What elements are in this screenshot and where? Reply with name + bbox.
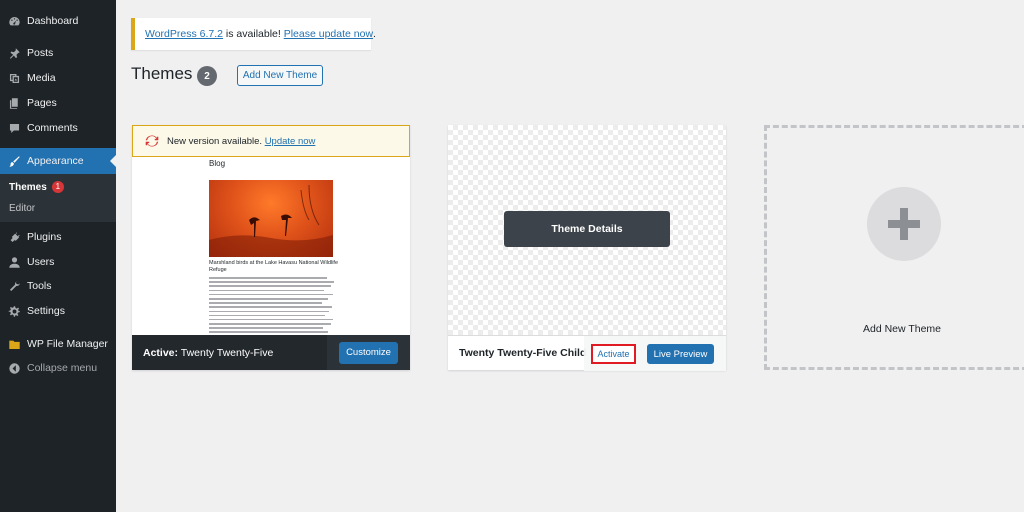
- sidebar-item-label: Appearance: [27, 155, 84, 167]
- sidebar-item-tools[interactable]: Tools: [0, 274, 116, 298]
- wordpress-version-link[interactable]: WordPress 6.7.2: [145, 28, 223, 40]
- collapse-menu-button[interactable]: Collapse menu: [0, 356, 116, 380]
- settings-icon: [7, 304, 21, 318]
- activate-button[interactable]: Activate: [591, 344, 636, 364]
- sidebar-item-label: WP File Manager: [27, 338, 108, 350]
- submenu-item-themes[interactable]: Themes 1: [9, 181, 64, 193]
- theme-count-badge: 2: [197, 66, 217, 86]
- submenu-item-label: Editor: [9, 203, 36, 214]
- theme-details-button[interactable]: Theme Details: [504, 211, 670, 247]
- sidebar-item-users[interactable]: Users: [0, 250, 116, 274]
- folder-icon: [7, 337, 21, 351]
- birds-silhouette-image: [209, 184, 333, 257]
- sidebar-item-label: Tools: [27, 280, 52, 292]
- theme-name: Twenty Twenty-Five: [178, 346, 274, 359]
- theme-card-active[interactable]: New version available. Update now Blog M…: [132, 125, 410, 370]
- brush-icon: [7, 154, 21, 168]
- sidebar-item-comments[interactable]: Comments: [0, 116, 116, 140]
- sidebar-item-wp-file-manager[interactable]: WP File Manager: [0, 332, 116, 356]
- sidebar-item-posts[interactable]: Posts: [0, 41, 116, 65]
- media-icon: [7, 71, 21, 85]
- sidebar-item-label: Pages: [27, 97, 57, 109]
- update-now-link[interactable]: Update now: [265, 136, 316, 147]
- notice-text: is available!: [223, 28, 284, 40]
- submenu-item-editor[interactable]: Editor: [9, 203, 35, 214]
- users-icon: [7, 255, 21, 269]
- plus-icon: [867, 187, 941, 261]
- active-prefix: Active:: [143, 346, 179, 359]
- submenu-item-label: Themes: [9, 181, 47, 193]
- pages-icon: [7, 96, 21, 110]
- add-new-theme-label: Add New Theme: [862, 323, 941, 335]
- plug-icon: [7, 230, 21, 244]
- wrench-icon: [7, 279, 21, 293]
- screenshot-post-title: Marshland birds at the Lake Havasu Natio…: [209, 260, 339, 273]
- theme-card-child[interactable]: Theme Details Twenty Twenty-Five Child A…: [448, 125, 726, 371]
- theme-screenshot: Blog Marshland birds at the Lake Havasu …: [132, 157, 410, 335]
- page-title: Themes: [131, 64, 193, 83]
- sidebar-item-label: Plugins: [27, 231, 62, 243]
- sidebar-item-dashboard[interactable]: Dashboard: [0, 9, 116, 33]
- screenshot-blog-label: Blog: [209, 159, 226, 168]
- live-preview-button[interactable]: Live Preview: [647, 344, 714, 364]
- sidebar-item-label: Settings: [27, 305, 65, 317]
- theme-name: Twenty Twenty-Five Child: [459, 347, 587, 359]
- sidebar-item-appearance[interactable]: Appearance: [0, 148, 116, 174]
- theme-card-footer: Active: Twenty Twenty-Five Customize: [132, 335, 410, 370]
- admin-sidebar: Dashboard Posts Media Pages Comments App…: [0, 0, 116, 512]
- update-count-badge: 1: [51, 181, 64, 193]
- add-new-theme-tile[interactable]: Add New Theme: [764, 125, 1024, 370]
- sidebar-item-label: Collapse menu: [27, 362, 98, 374]
- comment-icon: [7, 121, 21, 135]
- customize-button[interactable]: Customize: [339, 341, 398, 364]
- core-update-notice: WordPress 6.7.2 is available! Please upd…: [131, 18, 376, 50]
- active-theme-name: Active: Twenty Twenty-Five: [143, 347, 326, 359]
- refresh-icon: [145, 135, 159, 147]
- add-new-theme-button[interactable]: Add New Theme: [237, 65, 323, 86]
- theme-card-footer: Twenty Twenty-Five Child Activate Live P…: [448, 335, 726, 371]
- pin-icon: [7, 46, 21, 60]
- screenshot-body-text: [209, 277, 337, 335]
- theme-notice-text: New version available.: [167, 135, 265, 147]
- theme-actions: Activate Live Preview: [584, 336, 726, 371]
- collapse-icon: [7, 361, 21, 375]
- sidebar-item-label: Media: [27, 72, 56, 84]
- notice-end: .: [373, 28, 376, 40]
- theme-actions: Customize: [327, 335, 410, 370]
- screenshot-hero-image: [209, 180, 333, 257]
- sidebar-item-label: Users: [27, 256, 55, 268]
- sidebar-item-label: Comments: [27, 122, 78, 134]
- sidebar-item-pages[interactable]: Pages: [0, 91, 116, 115]
- sidebar-item-label: Dashboard: [27, 15, 79, 27]
- sidebar-item-label: Posts: [27, 47, 54, 59]
- sidebar-item-plugins[interactable]: Plugins: [0, 225, 116, 249]
- sidebar-item-media[interactable]: Media: [0, 66, 116, 90]
- please-update-link[interactable]: Please update now: [284, 28, 373, 40]
- sidebar-item-settings[interactable]: Settings: [0, 299, 116, 323]
- theme-update-notice: New version available. Update now: [132, 125, 410, 157]
- dashboard-icon: [7, 14, 21, 28]
